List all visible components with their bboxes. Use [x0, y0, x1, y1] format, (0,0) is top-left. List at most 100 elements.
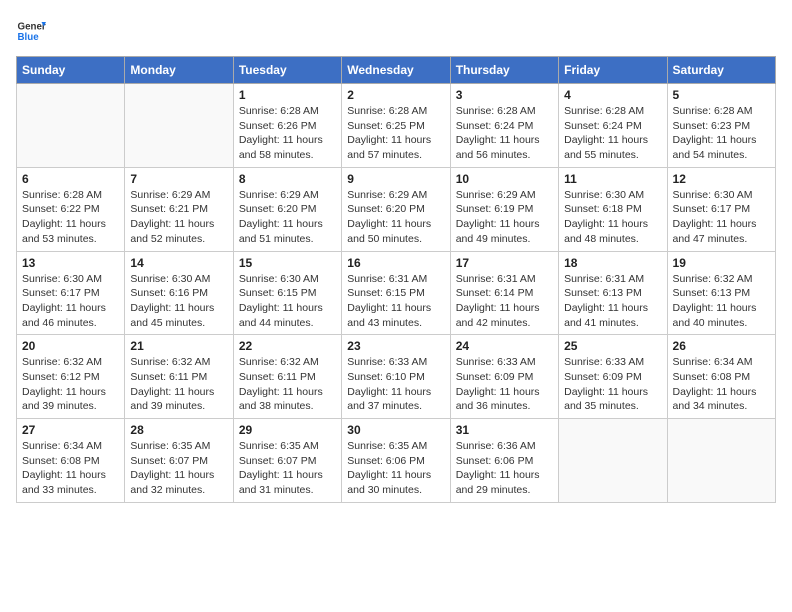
- day-number: 10: [456, 172, 553, 186]
- day-number: 13: [22, 256, 119, 270]
- calendar-day-19: 19 Sunrise: 6:32 AMSunset: 6:13 PMDayligh…: [667, 251, 775, 335]
- day-info: Sunrise: 6:33 AMSunset: 6:10 PMDaylight:…: [347, 355, 444, 414]
- calendar-day-18: 18 Sunrise: 6:31 AMSunset: 6:13 PMDayligh…: [559, 251, 667, 335]
- day-number: 19: [673, 256, 770, 270]
- day-header-tuesday: Tuesday: [233, 57, 341, 84]
- calendar-day-6: 6Sunrise: 6:28 AMSunset: 6:22 PMDaylight…: [17, 167, 125, 251]
- day-info: Sunrise: 6:28 AMSunset: 6:26 PMDaylight:…: [239, 104, 336, 163]
- day-info: Sunrise: 6:36 AMSunset: 6:06 PMDaylight:…: [456, 439, 553, 498]
- day-header-saturday: Saturday: [667, 57, 775, 84]
- calendar-day-empty: [125, 84, 233, 168]
- calendar-day-31: 31Sunrise: 6:36 AMSunset: 6:06 PMDayligh…: [450, 419, 558, 503]
- calendar-day-8: 8 Sunrise: 6:29 AMSunset: 6:20 PMDaylight…: [233, 167, 341, 251]
- day-info: Sunrise: 6:28 AMSunset: 6:22 PMDaylight:…: [22, 188, 119, 247]
- day-header-thursday: Thursday: [450, 57, 558, 84]
- day-header-wednesday: Wednesday: [342, 57, 450, 84]
- day-info: Sunrise: 6:30 AMSunset: 6:18 PMDaylight:…: [564, 188, 661, 247]
- day-info: Sunrise: 6:28 AMSunset: 6:24 PMDaylight:…: [564, 104, 661, 163]
- calendar-week-2: 6Sunrise: 6:28 AMSunset: 6:22 PMDaylight…: [17, 167, 776, 251]
- day-number: 9: [347, 172, 444, 186]
- day-info: Sunrise: 6:32 AMSunset: 6:11 PMDaylight:…: [239, 355, 336, 414]
- day-info: Sunrise: 6:31 AMSunset: 6:14 PMDaylight:…: [456, 272, 553, 331]
- day-number: 3: [456, 88, 553, 102]
- day-number: 18: [564, 256, 661, 270]
- day-number: 8: [239, 172, 336, 186]
- calendar-day-12: 12 Sunrise: 6:30 AMSunset: 6:17 PMDayligh…: [667, 167, 775, 251]
- calendar-day-24: 24Sunrise: 6:33 AMSunset: 6:09 PMDayligh…: [450, 335, 558, 419]
- day-info: Sunrise: 6:30 AMSunset: 6:16 PMDaylight:…: [130, 272, 227, 331]
- day-info: Sunrise: 6:32 AMSunset: 6:13 PMDaylight:…: [673, 272, 770, 331]
- day-info: Sunrise: 6:35 AMSunset: 6:06 PMDaylight:…: [347, 439, 444, 498]
- calendar-day-25: 25Sunrise: 6:33 AMSunset: 6:09 PMDayligh…: [559, 335, 667, 419]
- calendar-day-23: 23 Sunrise: 6:33 AMSunset: 6:10 PMDayligh…: [342, 335, 450, 419]
- day-number: 25: [564, 339, 661, 353]
- calendar-day-27: 27Sunrise: 6:34 AMSunset: 6:08 PMDayligh…: [17, 419, 125, 503]
- day-number: 28: [130, 423, 227, 437]
- day-info: Sunrise: 6:29 AMSunset: 6:19 PMDaylight:…: [456, 188, 553, 247]
- day-info: Sunrise: 6:28 AMSunset: 6:25 PMDaylight:…: [347, 104, 444, 163]
- day-info: Sunrise: 6:29 AMSunset: 6:20 PMDaylight:…: [239, 188, 336, 247]
- calendar-week-5: 27Sunrise: 6:34 AMSunset: 6:08 PMDayligh…: [17, 419, 776, 503]
- day-number: 7: [130, 172, 227, 186]
- day-info: Sunrise: 6:31 AMSunset: 6:13 PMDaylight:…: [564, 272, 661, 331]
- day-info: Sunrise: 6:28 AMSunset: 6:24 PMDaylight:…: [456, 104, 553, 163]
- day-info: Sunrise: 6:30 AMSunset: 6:15 PMDaylight:…: [239, 272, 336, 331]
- day-info: Sunrise: 6:32 AMSunset: 6:11 PMDaylight:…: [130, 355, 227, 414]
- day-number: 20: [22, 339, 119, 353]
- day-number: 12: [673, 172, 770, 186]
- day-number: 22: [239, 339, 336, 353]
- calendar-day-1: 1 Sunrise: 6:28 AMSunset: 6:26 PMDaylight…: [233, 84, 341, 168]
- calendar-day-11: 11 Sunrise: 6:30 AMSunset: 6:18 PMDayligh…: [559, 167, 667, 251]
- day-number: 1: [239, 88, 336, 102]
- day-number: 21: [130, 339, 227, 353]
- day-info: Sunrise: 6:29 AMSunset: 6:21 PMDaylight:…: [130, 188, 227, 247]
- svg-text:General: General: [18, 22, 47, 33]
- day-number: 4: [564, 88, 661, 102]
- calendar-day-16: 16 Sunrise: 6:31 AMSunset: 6:15 PMDayligh…: [342, 251, 450, 335]
- logo-icon: General Blue: [16, 16, 46, 46]
- calendar-day-28: 28Sunrise: 6:35 AMSunset: 6:07 PMDayligh…: [125, 419, 233, 503]
- day-number: 15: [239, 256, 336, 270]
- day-info: Sunrise: 6:28 AMSunset: 6:23 PMDaylight:…: [673, 104, 770, 163]
- day-info: Sunrise: 6:34 AMSunset: 6:08 PMDaylight:…: [22, 439, 119, 498]
- calendar-day-20: 20 Sunrise: 6:32 AMSunset: 6:12 PMDayligh…: [17, 335, 125, 419]
- calendar-day-empty: [667, 419, 775, 503]
- day-number: 11: [564, 172, 661, 186]
- calendar-day-5: 5 Sunrise: 6:28 AMSunset: 6:23 PMDaylight…: [667, 84, 775, 168]
- day-number: 5: [673, 88, 770, 102]
- day-number: 23: [347, 339, 444, 353]
- calendar-week-1: 1 Sunrise: 6:28 AMSunset: 6:26 PMDaylight…: [17, 84, 776, 168]
- day-info: Sunrise: 6:29 AMSunset: 6:20 PMDaylight:…: [347, 188, 444, 247]
- day-info: Sunrise: 6:31 AMSunset: 6:15 PMDaylight:…: [347, 272, 444, 331]
- day-header-monday: Monday: [125, 57, 233, 84]
- calendar-day-2: 2 Sunrise: 6:28 AMSunset: 6:25 PMDaylight…: [342, 84, 450, 168]
- calendar-day-10: 10 Sunrise: 6:29 AMSunset: 6:19 PMDayligh…: [450, 167, 558, 251]
- day-number: 16: [347, 256, 444, 270]
- calendar-day-21: 21 Sunrise: 6:32 AMSunset: 6:11 PMDayligh…: [125, 335, 233, 419]
- svg-text:Blue: Blue: [18, 32, 40, 43]
- day-info: Sunrise: 6:30 AMSunset: 6:17 PMDaylight:…: [22, 272, 119, 331]
- calendar-week-3: 13 Sunrise: 6:30 AMSunset: 6:17 PMDayligh…: [17, 251, 776, 335]
- calendar-day-29: 29Sunrise: 6:35 AMSunset: 6:07 PMDayligh…: [233, 419, 341, 503]
- day-header-friday: Friday: [559, 57, 667, 84]
- calendar-day-17: 17Sunrise: 6:31 AMSunset: 6:14 PMDayligh…: [450, 251, 558, 335]
- calendar-day-9: 9 Sunrise: 6:29 AMSunset: 6:20 PMDaylight…: [342, 167, 450, 251]
- calendar-day-4: 4 Sunrise: 6:28 AMSunset: 6:24 PMDaylight…: [559, 84, 667, 168]
- day-number: 2: [347, 88, 444, 102]
- calendar-table: SundayMondayTuesdayWednesdayThursdayFrid…: [16, 56, 776, 503]
- day-info: Sunrise: 6:34 AMSunset: 6:08 PMDaylight:…: [673, 355, 770, 414]
- calendar-day-14: 14Sunrise: 6:30 AMSunset: 6:16 PMDayligh…: [125, 251, 233, 335]
- day-info: Sunrise: 6:35 AMSunset: 6:07 PMDaylight:…: [239, 439, 336, 498]
- calendar-day-3: 3 Sunrise: 6:28 AMSunset: 6:24 PMDaylight…: [450, 84, 558, 168]
- calendar-header-row: SundayMondayTuesdayWednesdayThursdayFrid…: [17, 57, 776, 84]
- day-number: 30: [347, 423, 444, 437]
- calendar-day-empty: [17, 84, 125, 168]
- logo: General Blue: [16, 16, 46, 46]
- day-header-sunday: Sunday: [17, 57, 125, 84]
- day-info: Sunrise: 6:32 AMSunset: 6:12 PMDaylight:…: [22, 355, 119, 414]
- day-info: Sunrise: 6:30 AMSunset: 6:17 PMDaylight:…: [673, 188, 770, 247]
- calendar-day-30: 30 Sunrise: 6:35 AMSunset: 6:06 PMDayligh…: [342, 419, 450, 503]
- calendar-day-15: 15 Sunrise: 6:30 AMSunset: 6:15 PMDayligh…: [233, 251, 341, 335]
- calendar-day-7: 7 Sunrise: 6:29 AMSunset: 6:21 PMDaylight…: [125, 167, 233, 251]
- day-number: 26: [673, 339, 770, 353]
